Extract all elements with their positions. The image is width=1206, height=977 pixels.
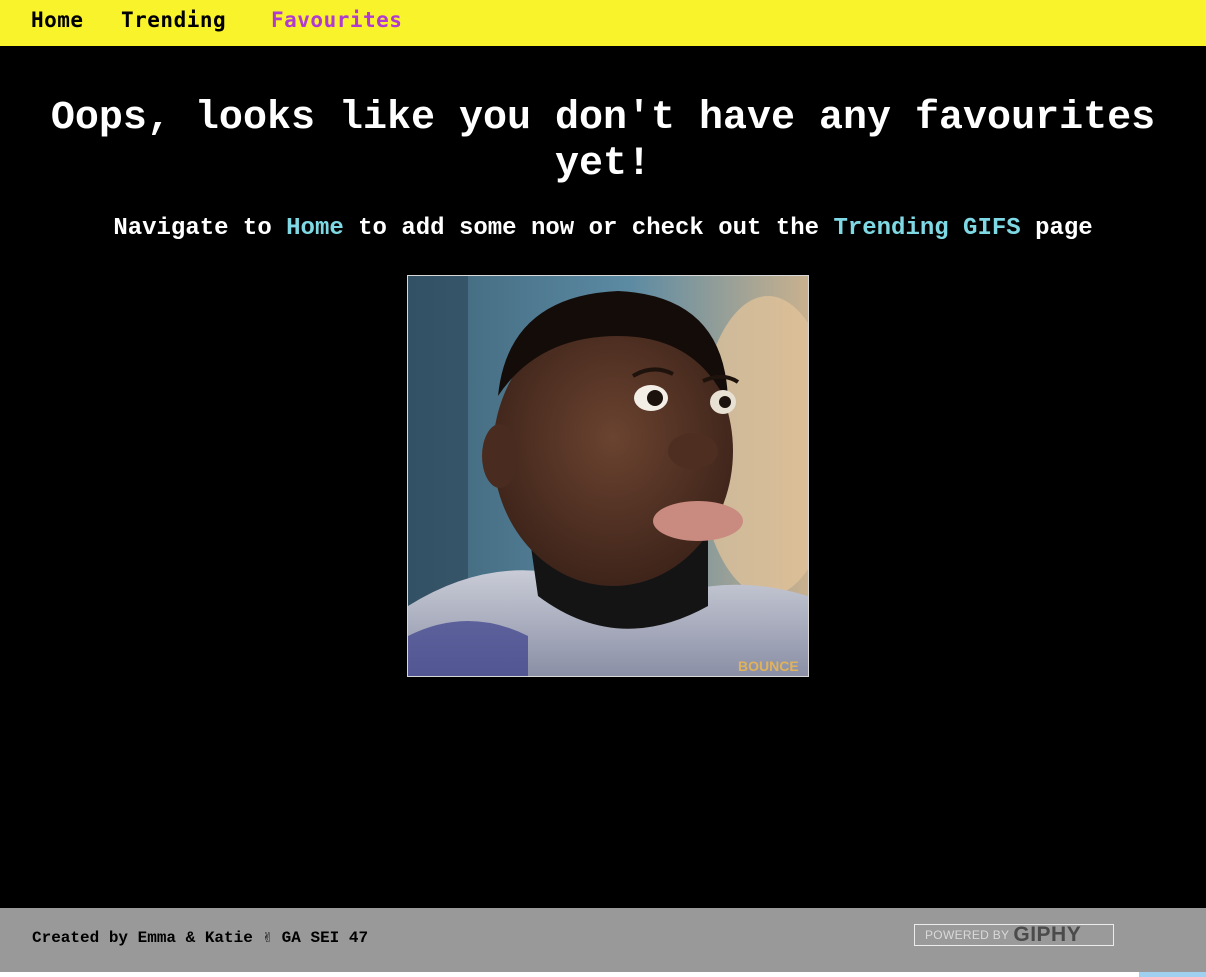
main-content: Oops, looks like you don't have any favo… [0,46,1206,908]
trending-gifs-link[interactable]: Trending GIFS [833,215,1020,242]
navigate-middle: to add some now or check out the [343,215,834,242]
navigate-message: Navigate to Home to add some now or chec… [0,214,1206,244]
navigate-prefix: Navigate to [113,215,287,242]
nav-home-link[interactable]: Home [31,10,84,31]
navigate-suffix: page [1020,215,1093,242]
navbar: Home Trending Favourites [0,0,1206,46]
corner-widget[interactable] [1139,972,1206,977]
giphy-powered-by-text: POWERED BY [925,928,1010,942]
footer-credit: Created by Emma & Katie ✌ GA SEI 47 [32,929,369,947]
reaction-gif-image: BOUNCE [408,276,808,676]
nav-trending-link[interactable]: Trending [121,10,226,31]
page-bottom-strip [0,972,1206,977]
powered-by-giphy-logo[interactable]: POWERED BY GIPHY [914,923,1114,946]
home-link[interactable]: Home [286,215,344,242]
empty-favourites-heading: Oops, looks like you don't have any favo… [50,96,1156,187]
reaction-gif: BOUNCE [407,275,809,677]
footer: Created by Emma & Katie ✌ GA SEI 47 POWE… [0,908,1206,972]
giphy-wordmark: GIPHY [1013,923,1082,946]
bounce-watermark: BOUNCE [738,658,799,674]
nav-favourites-link[interactable]: Favourites [271,10,402,31]
